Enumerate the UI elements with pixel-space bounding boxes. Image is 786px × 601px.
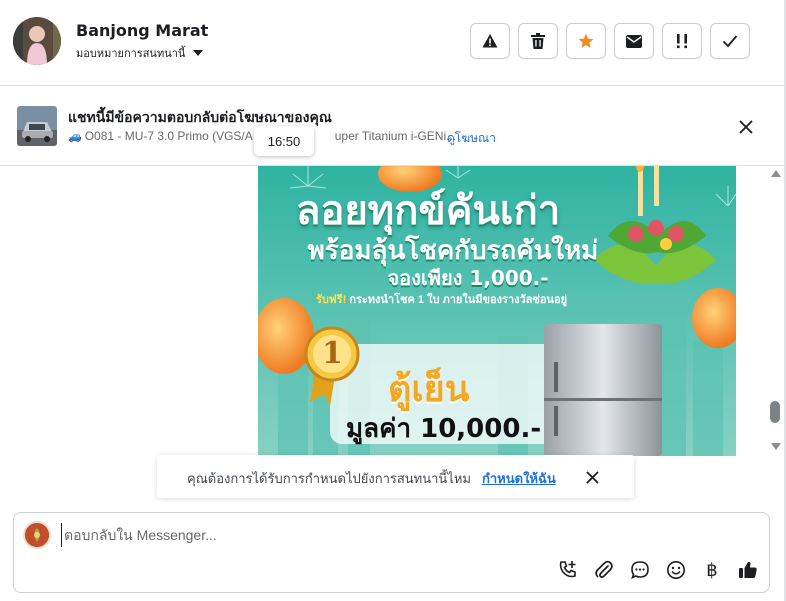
star-button[interactable] [566,23,606,59]
dismiss-prompt-button[interactable] [582,467,602,487]
ad-image-message[interactable]: ลอยทุกข์คันเก่า พร้อมลุ้นโชคกับรถคันใหม่… [258,166,736,456]
reply-input[interactable] [61,523,661,547]
message-thread[interactable]: ลอยทุกข์คันเก่า พร้อมลุ้นโชคกับรถคันใหม่… [0,166,768,456]
composer-toolbar: ฿ [556,558,760,582]
paperclip-icon [595,560,613,578]
assign-conversation-dropdown[interactable]: มอบหมายการสนทนานี้ [76,44,204,62]
prize-badge-number: 1 [322,336,343,371]
assign-label: มอบหมายการสนทนานี้ [76,48,186,60]
chat-bubble-icon [631,561,649,580]
assign-to-me-link[interactable]: กำหนดให้ฉัน [482,468,556,489]
mark-unread-button[interactable] [614,23,654,59]
close-icon [585,470,599,484]
ad-name-text: O081 - MU-7 3.0 Primo (VGS/A [84,129,253,143]
banner-promo-line: รับฟรี! กระทงนำโชค 1 ใบ ภายในมีของรางวัล… [316,290,567,308]
saved-replies-button[interactable] [628,558,652,582]
thread-scrollbar[interactable] [768,166,784,456]
assign-prompt-text: คุณต้องการได้รับการกำหนดไปยังการสนทนานี้… [187,471,471,486]
page-avatar [23,521,51,549]
conversation-header: Banjong Marat มอบหมายการสนทนานี้ [0,0,784,86]
chevron-down-icon [193,50,204,56]
scroll-thumb[interactable] [770,401,780,423]
baht-icon: ฿ [706,559,718,581]
payment-button[interactable]: ฿ [700,558,724,582]
add-call-button[interactable] [556,558,580,582]
reply-composer: ฿ [13,512,770,593]
close-icon [739,120,753,134]
banner-promo-text: กระทงนำโชค 1 ใบ ภายในมีของรางวัลซ่อนอยู่ [349,294,568,306]
double-exclamation-icon [677,34,687,49]
car-icon: 🚙 [68,130,82,143]
conversation-toolbar [470,23,750,59]
emoji-button[interactable] [664,558,688,582]
checkmark-icon [722,35,738,48]
contact-avatar[interactable] [13,17,61,65]
attach-file-button[interactable] [592,558,616,582]
warning-icon [482,34,498,48]
like-button[interactable] [736,558,760,582]
follow-up-button[interactable] [662,23,702,59]
call-add-icon [559,561,576,578]
view-ad-link[interactable]: ดูโฆษณา [447,129,496,148]
contact-name[interactable]: Banjong Marat [76,21,208,40]
star-icon [578,33,594,48]
report-button[interactable] [470,23,510,59]
thumbs-up-icon [739,561,757,578]
mark-done-button[interactable] [710,23,750,59]
envelope-icon [626,34,642,48]
prize-value: มูลค่า 10,000.- [346,414,542,444]
delete-button[interactable] [518,23,558,59]
scroll-up-arrow-icon[interactable] [771,170,781,177]
scroll-down-arrow-icon[interactable] [771,443,781,450]
trash-icon [531,33,545,49]
banner-promo-highlight: รับฟรี! [316,294,347,306]
emoji-icon [667,561,685,579]
assign-to-me-prompt: คุณต้องการได้รับการกำหนดไปยังการสนทนานี้… [157,455,634,498]
close-ad-bar-button[interactable] [736,117,756,137]
ad-name-tail-text: uper Titanium i-GENi... [334,129,457,143]
timestamp-tooltip: 16:50 [254,126,314,156]
ad-context-bar: แชทนี้มีข้อความตอบกลับต่อโฆษณาของคุณ 🚙 O… [0,87,784,166]
ad-thumbnail[interactable] [17,106,57,146]
